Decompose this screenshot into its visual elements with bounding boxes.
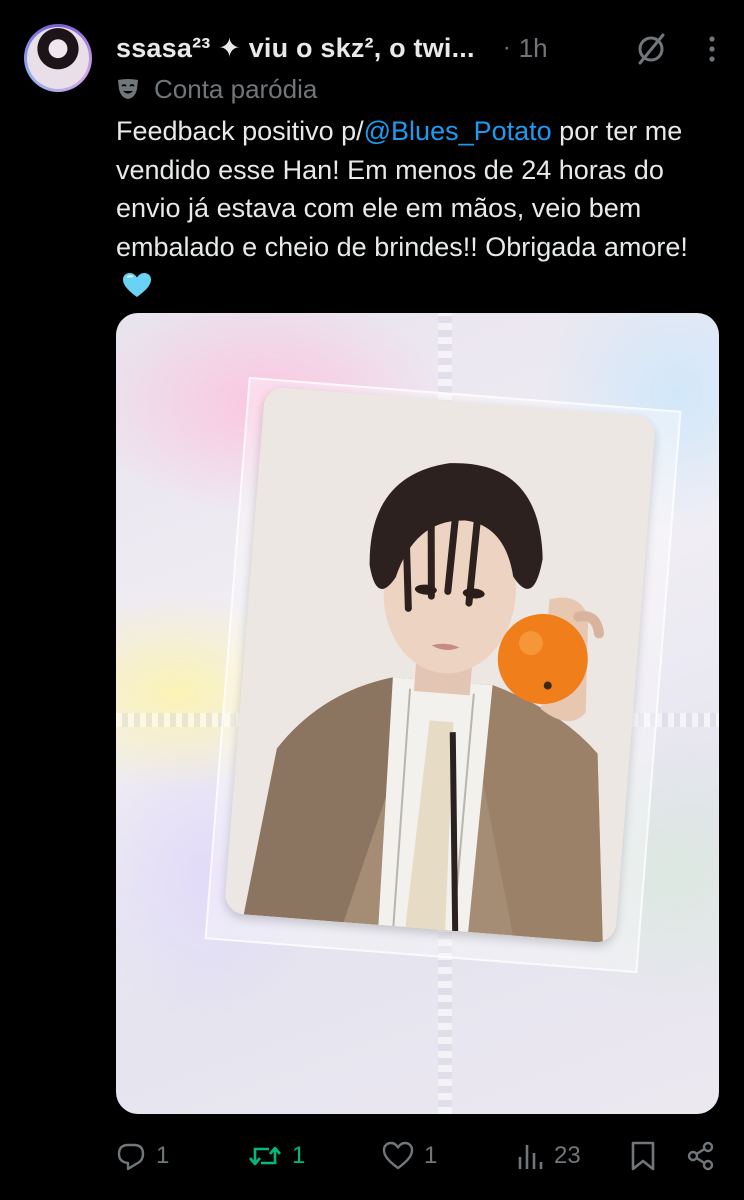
heart-icon bbox=[382, 1141, 414, 1170]
parody-label-text: Conta paródia bbox=[154, 73, 318, 104]
light-blue-heart-emoji bbox=[123, 273, 151, 297]
share-icon bbox=[687, 1141, 714, 1171]
views-count: 23 bbox=[554, 1142, 581, 1169]
tweet-text-prefix: Feedback positivo p/ bbox=[116, 116, 364, 146]
analytics-icon bbox=[518, 1145, 543, 1169]
tweet-actions: 1 1 1 23 bbox=[116, 1136, 728, 1176]
like-button[interactable]: 1 bbox=[382, 1136, 437, 1176]
tweet-text: Feedback positivo p/@Blues_Potato por te… bbox=[116, 112, 728, 305]
bookmark-button[interactable] bbox=[630, 1136, 666, 1176]
reply-icon bbox=[117, 1143, 145, 1171]
reply-count: 1 bbox=[156, 1142, 170, 1169]
timestamp[interactable]: 1h bbox=[519, 33, 548, 64]
repost-button[interactable]: 1 bbox=[248, 1136, 305, 1176]
more-options-icon[interactable] bbox=[702, 32, 722, 66]
reply-button[interactable]: 1 bbox=[116, 1136, 169, 1176]
views-button[interactable]: 23 bbox=[516, 1136, 581, 1176]
avatar[interactable] bbox=[24, 24, 92, 92]
display-name[interactable]: ssasa²³ ✦ viu o skz², o twi... bbox=[116, 33, 475, 64]
photocard bbox=[223, 386, 657, 944]
share-button[interactable] bbox=[686, 1136, 726, 1176]
like-count: 1 bbox=[424, 1142, 438, 1169]
mention-link[interactable]: @Blues_Potato bbox=[364, 116, 552, 146]
time-separator: · bbox=[502, 34, 511, 61]
repost-icon bbox=[249, 1146, 281, 1166]
avatar-image bbox=[27, 27, 89, 89]
tweet-header: ssasa²³ ✦ viu o skz², o twi... · 1h bbox=[116, 28, 726, 68]
tweet-photo[interactable] bbox=[116, 313, 719, 1114]
photocard-image bbox=[223, 386, 657, 944]
parody-mask-icon bbox=[118, 79, 138, 99]
repost-count: 1 bbox=[292, 1142, 306, 1169]
grok-icon[interactable] bbox=[634, 32, 668, 66]
bookmark-icon bbox=[631, 1141, 655, 1171]
parody-label: Conta paródia bbox=[116, 72, 317, 106]
